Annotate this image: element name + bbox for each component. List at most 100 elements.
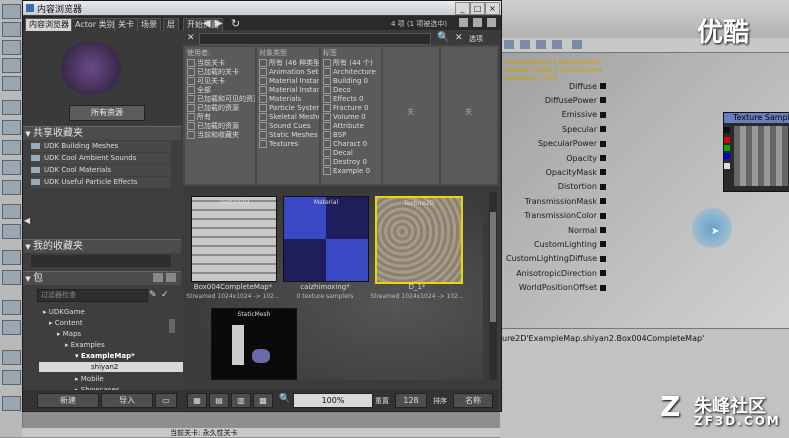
- tool-button[interactable]: [2, 58, 21, 73]
- pin-connector-icon[interactable]: [600, 284, 606, 291]
- view-mode-icon[interactable]: ▥: [231, 393, 251, 408]
- tool-button[interactable]: [2, 204, 21, 219]
- options-label[interactable]: 选项: [469, 34, 483, 44]
- checkbox-icon[interactable]: [187, 131, 195, 139]
- checkbox-icon[interactable]: [187, 86, 195, 94]
- filter-option[interactable]: Architecture: [321, 68, 381, 77]
- pin-connector-icon[interactable]: [600, 270, 606, 277]
- tree-item[interactable]: ▸ UDKGame: [43, 307, 85, 317]
- pin-connector-icon[interactable]: [600, 140, 606, 147]
- filter-option[interactable]: BSP: [321, 131, 381, 140]
- toolbar-icon[interactable]: [473, 18, 482, 27]
- checkbox-icon[interactable]: [323, 77, 331, 85]
- checkbox-icon[interactable]: [323, 59, 331, 67]
- asset-thumbnail[interactable]: Material: [283, 196, 369, 282]
- tab-scene[interactable]: 场景: [137, 18, 161, 31]
- maximize-button[interactable]: □: [470, 2, 485, 15]
- tool-button[interactable]: [2, 120, 21, 135]
- checkbox-icon[interactable]: [323, 122, 331, 130]
- tool-button[interactable]: [2, 140, 21, 155]
- material-input-pin[interactable]: TransmissionColor: [524, 210, 606, 222]
- my-collections-header[interactable]: ▼ 我的收藏夹: [23, 239, 181, 253]
- new-button[interactable]: 新建: [37, 393, 99, 408]
- filter-option[interactable]: Example 0: [321, 167, 381, 176]
- checkbox-icon[interactable]: [259, 86, 267, 94]
- material-input-pin[interactable]: AnisotropicDirection: [516, 267, 606, 279]
- tool-button[interactable]: [2, 270, 21, 285]
- material-input-pin[interactable]: WorldPositionOffset: [519, 282, 606, 294]
- collection-item[interactable]: UDK Building Meshes: [31, 141, 171, 152]
- asset-thumbnail-selected[interactable]: Texture2D: [375, 196, 463, 284]
- material-input-pin[interactable]: Distortion: [558, 181, 606, 193]
- tab-levels[interactable]: 关卡: [114, 18, 138, 31]
- filter-option[interactable]: Static Meshes: [257, 131, 319, 140]
- checkbox-icon[interactable]: [323, 158, 331, 166]
- filter-option[interactable]: Materials: [257, 95, 319, 104]
- material-input-pin[interactable]: Specular: [562, 123, 606, 135]
- filter-option[interactable]: 已加载和可见的资源: [185, 95, 255, 104]
- back-icon[interactable]: ◀: [203, 18, 211, 29]
- checkbox-icon[interactable]: [259, 59, 267, 67]
- checkbox-icon[interactable]: [187, 113, 195, 121]
- checkbox-icon[interactable]: [323, 140, 331, 148]
- checkbox-icon[interactable]: [323, 149, 331, 157]
- toolbar-icon[interactable]: [552, 40, 562, 49]
- asset-thumbnail[interactable]: Texture2D: [191, 196, 277, 282]
- checkbox-icon[interactable]: [323, 131, 331, 139]
- minimize-button[interactable]: _: [455, 2, 470, 15]
- filter-option[interactable]: Effects 0: [321, 95, 381, 104]
- toolbar-icon[interactable]: [504, 40, 514, 49]
- filter-option[interactable]: 所有 (46 种类型): [257, 59, 319, 68]
- list-view-icon[interactable]: [153, 273, 163, 282]
- view-mode-icon[interactable]: ▦: [187, 393, 207, 408]
- pin-connector-icon[interactable]: [600, 169, 606, 176]
- tab-actor-classes[interactable]: Actor 类别: [71, 18, 119, 31]
- material-input-pin[interactable]: OpacityMask: [546, 166, 606, 178]
- checkbox-icon[interactable]: [323, 68, 331, 76]
- tool-button[interactable]: [2, 76, 21, 91]
- filter-option[interactable]: 当前关卡: [185, 59, 255, 68]
- refresh-icon[interactable]: ↻: [231, 17, 240, 30]
- view-mode-icon[interactable]: ▩: [253, 393, 273, 408]
- filter-option[interactable]: Building 0: [321, 77, 381, 86]
- tool-button[interactable]: [2, 250, 21, 265]
- asset-thumbnail[interactable]: StaticMesh: [211, 308, 297, 380]
- material-node[interactable]: Diffuse DiffusePower Emissive Specular Specu…: [500, 60, 606, 292]
- checkbox-icon[interactable]: [323, 104, 331, 112]
- pin-connector-icon[interactable]: [600, 83, 606, 89]
- material-input-pin[interactable]: Diffuse: [569, 80, 606, 92]
- checkbox-icon[interactable]: [259, 140, 267, 148]
- tree-scrollbar[interactable]: [169, 319, 175, 333]
- tool-button[interactable]: [2, 4, 21, 19]
- tool-button[interactable]: [2, 320, 21, 335]
- pin-connector-icon[interactable]: [600, 198, 606, 205]
- folder-icon[interactable]: ▭: [155, 393, 177, 408]
- toolbar-icon[interactable]: [572, 40, 582, 49]
- view-mode-icon[interactable]: ▤: [209, 393, 229, 408]
- pin-connector-icon[interactable]: [600, 241, 606, 248]
- checkbox-icon[interactable]: [187, 68, 195, 76]
- filter-option[interactable]: 所有 (44 个): [321, 59, 381, 68]
- checkbox-icon[interactable]: [259, 113, 267, 121]
- pin-icon[interactable]: [724, 145, 730, 151]
- filter-option[interactable]: Material Instan: [257, 86, 319, 95]
- tree-item[interactable]: ▸ Maps: [57, 329, 81, 339]
- clear-icon[interactable]: ✕: [455, 33, 463, 43]
- search-input[interactable]: [199, 33, 431, 45]
- pin-connector-icon[interactable]: [600, 183, 606, 190]
- import-button[interactable]: 导入: [101, 393, 153, 408]
- pin-connector-icon[interactable]: [600, 155, 606, 161]
- tree-item[interactable]: ▸ Content: [49, 318, 83, 328]
- material-input-pin[interactable]: Emissive: [562, 109, 606, 121]
- close-button[interactable]: ×: [485, 2, 500, 15]
- zoom-slider[interactable]: 100%: [293, 393, 373, 408]
- reset-label[interactable]: 重置: [375, 396, 389, 406]
- pin-icon[interactable]: [724, 163, 730, 169]
- tool-button[interactable]: [2, 300, 21, 315]
- filter-option[interactable]: Particle System: [257, 104, 319, 113]
- texture-sample-node[interactable]: Texture Sample: [723, 112, 789, 192]
- collection-item[interactable]: UDK Cool Materials: [31, 165, 171, 176]
- material-input-pin[interactable]: Opacity: [566, 152, 606, 164]
- filter-option[interactable]: Animation Sets: [257, 68, 319, 77]
- pin-icon[interactable]: [724, 153, 730, 159]
